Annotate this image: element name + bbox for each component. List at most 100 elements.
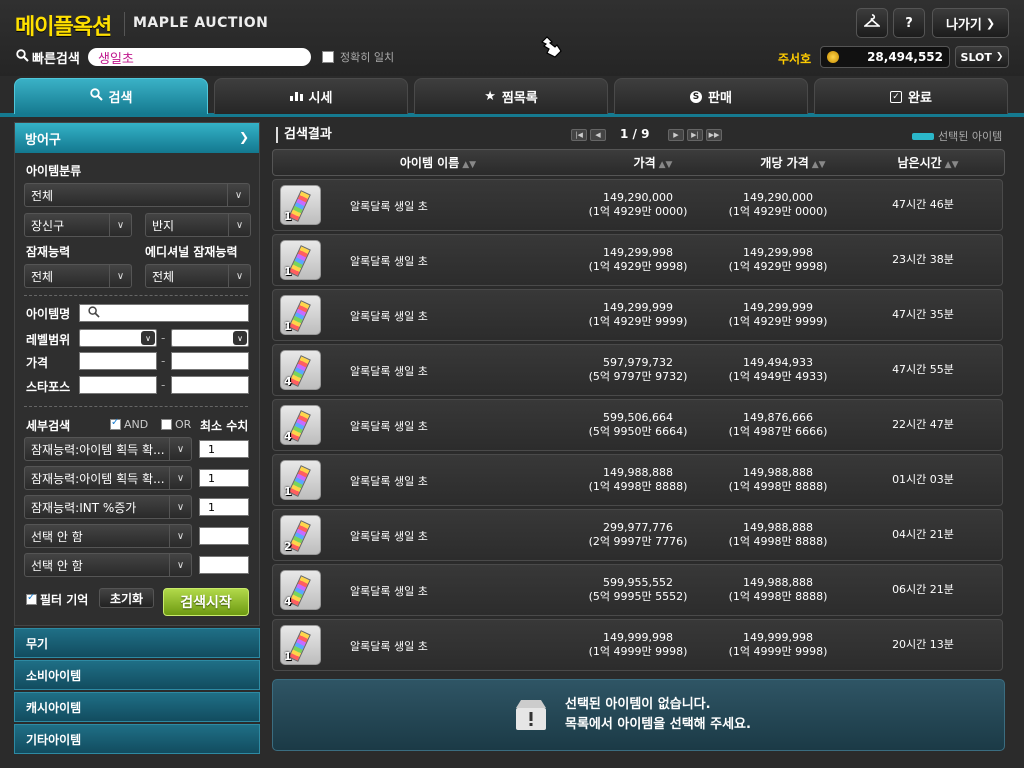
time-left-cell: 47시간 35분 xyxy=(863,290,983,340)
unit-price-cell: 149,494,933 (1억 4949만 4933) xyxy=(713,345,843,395)
time-left-cell: 04시간 21분 xyxy=(863,510,983,560)
next-page-icon[interactable]: ▶ xyxy=(668,129,684,141)
item-count: 1 xyxy=(284,650,292,663)
option-value-input-5[interactable] xyxy=(199,556,249,574)
item-class-select[interactable]: 전체 ∨ xyxy=(24,183,250,207)
last-page-icon[interactable]: ▶▶ xyxy=(706,129,722,141)
slot-button[interactable]: SLOT ❯ xyxy=(955,46,1009,68)
help-button[interactable]: ? xyxy=(893,8,925,38)
table-row[interactable]: 2 알록달록 생일 초 299,977,776 (2억 9997만 7776) 149,… xyxy=(272,509,1003,561)
first-page-icon[interactable]: |◀ xyxy=(571,129,587,141)
tab-search[interactable]: 검색 xyxy=(14,78,208,114)
starforce-max-input[interactable] xyxy=(171,376,249,394)
level-min-select[interactable]: ∨ xyxy=(79,329,157,347)
option-select-2[interactable]: 잠재능력:아이템 획득 확... ∨ xyxy=(24,466,192,490)
or-option[interactable]: OR xyxy=(161,418,191,431)
column-item-name[interactable]: 아이템 이름 ▲▼ xyxy=(363,150,513,177)
price-cell: 599,955,552 (5억 9995만 5552) xyxy=(573,565,703,615)
tab-wishlist[interactable]: ★ 찜목록 xyxy=(414,78,608,114)
item-name-input[interactable] xyxy=(79,304,249,322)
sort-icon: ▲▼ xyxy=(462,160,477,170)
column-price[interactable]: 가격 ▲▼ xyxy=(593,150,713,177)
table-row[interactable]: 1 알록달록 생일 초 149,299,999 (1억 4929만 9999) 149,… xyxy=(272,289,1003,341)
candle-item-icon: 4 xyxy=(280,350,321,390)
pager-prev: |◀ ◀ xyxy=(571,128,606,142)
prev-page-icon[interactable]: ◀ xyxy=(590,129,606,141)
time-left-cell: 01시간 03분 xyxy=(863,455,983,505)
potential-select[interactable]: 전체 ∨ xyxy=(24,264,132,288)
category-etc[interactable]: 기타아이템 xyxy=(14,724,260,754)
unit-price-cell: 149,876,666 (1억 4987만 6666) xyxy=(713,400,843,450)
table-row[interactable]: 4 알록달록 생일 초 597,979,732 (5억 9797만 9732) 149,… xyxy=(272,344,1003,396)
or-label: OR xyxy=(175,418,192,431)
unit-price-cell: 149,299,998 (1억 4929만 9998) xyxy=(713,235,843,285)
time-left-cell: 06시간 21분 xyxy=(863,565,983,615)
chevron-down-icon: ∨ xyxy=(109,214,131,236)
unit-price-korean: (1억 4999만 9998) xyxy=(728,645,828,658)
column-time-left[interactable]: 남은시간 ▲▼ xyxy=(873,150,983,177)
exact-match-checkbox[interactable] xyxy=(322,51,334,63)
option-value-input-2[interactable]: 1 xyxy=(199,469,249,487)
chevron-down-icon: ∨ xyxy=(169,438,191,460)
sub-class-select-1[interactable]: 장신구 ∨ xyxy=(24,213,132,237)
option-select-4[interactable]: 선택 안 함 ∨ xyxy=(24,524,192,548)
next-ten-page-icon[interactable]: ▶| xyxy=(687,129,703,141)
exit-button[interactable]: 나가기 ❯ xyxy=(932,8,1009,38)
category-cash[interactable]: 캐시아이템 xyxy=(14,692,260,722)
category-weapon[interactable]: 무기 xyxy=(14,628,260,658)
search-start-button[interactable]: 검색시작 xyxy=(163,588,249,616)
option-select-3[interactable]: 잠재능력:INT %증가 ∨ xyxy=(24,495,192,519)
table-row[interactable]: 1 알록달록 생일 초 149,999,998 (1억 4999만 9998) 149,… xyxy=(272,619,1003,671)
tab-sell[interactable]: S 판매 xyxy=(614,78,808,114)
unit-price-cell: 149,999,998 (1억 4999만 9998) xyxy=(713,620,843,670)
table-row[interactable]: 1 알록달록 생일 초 149,988,888 (1억 4998만 8888) 149,… xyxy=(272,454,1003,506)
tab-completed[interactable]: ✓ 완료 xyxy=(814,78,1008,114)
table-row[interactable]: 4 알록달록 생일 초 599,506,664 (5억 9950만 6664) 149,… xyxy=(272,399,1003,451)
and-checkbox[interactable] xyxy=(110,417,121,430)
filter-memory-option[interactable]: 필터 기억 xyxy=(26,591,88,608)
slot-label: SLOT xyxy=(960,50,992,64)
owner-name: 주서호 xyxy=(778,52,812,66)
and-label: AND xyxy=(124,418,149,431)
option-select-1[interactable]: 잠재능력:아이템 획득 확... ∨ xyxy=(24,437,192,461)
tab-market-price[interactable]: 시세 xyxy=(214,78,408,114)
and-option[interactable]: AND xyxy=(110,417,149,431)
exact-match-option[interactable]: 정확히 일치 xyxy=(322,49,394,65)
table-row[interactable]: 4 알록달록 생일 초 599,955,552 (5억 9995만 5552) 149,… xyxy=(272,564,1003,616)
coin-icon: S xyxy=(690,90,703,103)
quick-search-input[interactable] xyxy=(88,48,311,66)
meso-balance: 28,494,552 xyxy=(820,46,950,68)
option-value-input-1[interactable]: 1 xyxy=(199,440,249,458)
additional-potential-select[interactable]: 전체 ∨ xyxy=(145,264,251,288)
category-consumable[interactable]: 소비아이템 xyxy=(14,660,260,690)
option-value-input-3[interactable]: 1 xyxy=(199,498,249,516)
starforce-min-input[interactable] xyxy=(79,376,157,394)
table-row[interactable]: 1 알록달록 생일 초 149,290,000 (1억 4929만 0000) 149,… xyxy=(272,179,1003,231)
tab-sell-label: 판매 xyxy=(708,91,732,106)
or-checkbox[interactable] xyxy=(161,419,172,430)
time-left-value: 47시간 35분 xyxy=(892,308,954,321)
filter-memory-checkbox[interactable] xyxy=(26,592,37,605)
level-max-select[interactable]: ∨ xyxy=(171,329,249,347)
character-button[interactable] xyxy=(856,8,888,38)
candle-item-icon: 1 xyxy=(280,295,321,335)
unit-price-cell: 149,988,888 (1억 4998만 8888) xyxy=(713,565,843,615)
option-select-5[interactable]: 선택 안 함 ∨ xyxy=(24,553,192,577)
tab-search-label: 검색 xyxy=(108,91,133,106)
table-row[interactable]: 1 알록달록 생일 초 149,299,998 (1억 4929만 9998) 149,… xyxy=(272,234,1003,286)
column-unit-price[interactable]: 개당 가격 ▲▼ xyxy=(733,150,853,177)
reset-button[interactable]: 초기화 xyxy=(99,588,154,608)
option-value-input-4[interactable] xyxy=(199,527,249,545)
category-header-armor[interactable]: 방어구 ❯ xyxy=(15,123,259,153)
price-korean: (1억 4998만 8888) xyxy=(588,480,688,493)
time-left-value: 22시간 47분 xyxy=(892,418,954,431)
price-min-input[interactable] xyxy=(79,352,157,370)
results-title: 검색결과 xyxy=(276,127,332,143)
additional-potential-value: 전체 xyxy=(152,269,175,284)
time-left-cell: 47시간 46분 xyxy=(863,180,983,230)
price-max-input[interactable] xyxy=(171,352,249,370)
sub-class-select-2[interactable]: 반지 ∨ xyxy=(145,213,251,237)
option-label-5: 선택 안 함 xyxy=(31,558,83,573)
unit-price-value: 149,290,000 xyxy=(743,191,813,204)
legend-label: 선택된 아이템 xyxy=(938,130,1003,143)
